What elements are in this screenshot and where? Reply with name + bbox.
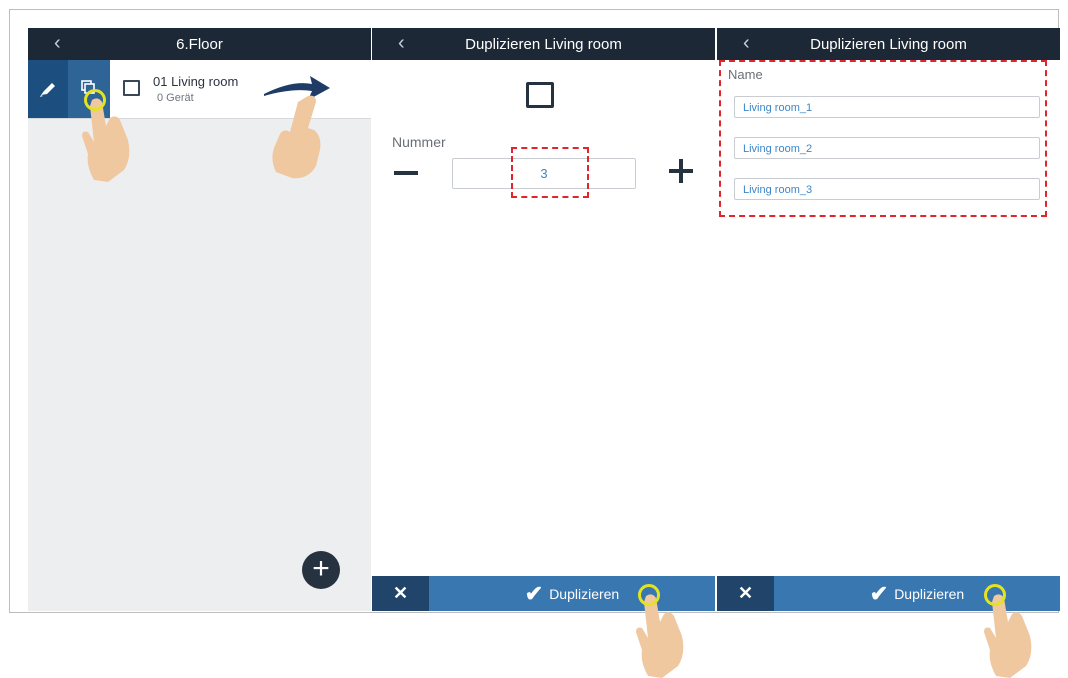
tap-indicator [84, 89, 106, 111]
duplicate-count-screen: ‹ Duplizieren Living room Nummer 3 ✕ ✔ D… [372, 28, 715, 611]
page-title: Duplizieren Living room [465, 35, 622, 53]
room-icon [526, 82, 554, 108]
chevron-left-icon[interactable]: ‹ [398, 32, 405, 55]
add-room-button[interactable]: + [302, 551, 340, 589]
chevron-left-icon[interactable]: ‹ [54, 32, 61, 55]
cancel-button[interactable]: ✕ [372, 576, 429, 611]
duplicate-form: Nummer 3 ✕ ✔ Duplizieren [372, 60, 715, 611]
highlight-box [719, 60, 1047, 217]
header-bar: ‹ Duplizieren Living room [372, 28, 715, 60]
header-bar: ‹ Duplizieren Living room [717, 28, 1060, 60]
header-bar: ‹ 6.Floor [28, 28, 371, 60]
edit-button[interactable] [28, 60, 68, 118]
highlight-box [511, 147, 589, 198]
swipe-hand-icon [272, 95, 321, 179]
room-icon [123, 80, 140, 96]
chevron-left-icon[interactable]: ‹ [743, 32, 750, 55]
tap-indicator [984, 584, 1006, 606]
room-title: 01 Living room [153, 74, 239, 89]
tap-indicator [638, 584, 660, 606]
names-form: Name Living room_1 Living room_2 Living … [717, 60, 1060, 611]
duplicate-names-screen: ‹ Duplizieren Living room Name Living ro… [717, 28, 1060, 611]
duplicate-button-label: Duplizieren [894, 585, 965, 602]
number-label: Nummer [392, 134, 446, 150]
increment-button[interactable] [669, 159, 693, 183]
decrement-button[interactable] [394, 171, 418, 175]
duplicate-button-label: Duplizieren [549, 585, 620, 602]
room-device-count: 0 Gerät [157, 92, 194, 104]
cancel-button[interactable]: ✕ [717, 576, 774, 611]
checkmark-icon: ✔ [524, 580, 544, 606]
page-title: 6.Floor [176, 35, 223, 53]
tap-hand-icon [636, 594, 684, 678]
pencil-icon [40, 83, 55, 97]
page-title: Duplizieren Living room [810, 35, 967, 53]
tap-hand-icon [82, 98, 130, 182]
tap-hand-icon [984, 594, 1032, 678]
checkmark-icon: ✔ [869, 580, 889, 606]
